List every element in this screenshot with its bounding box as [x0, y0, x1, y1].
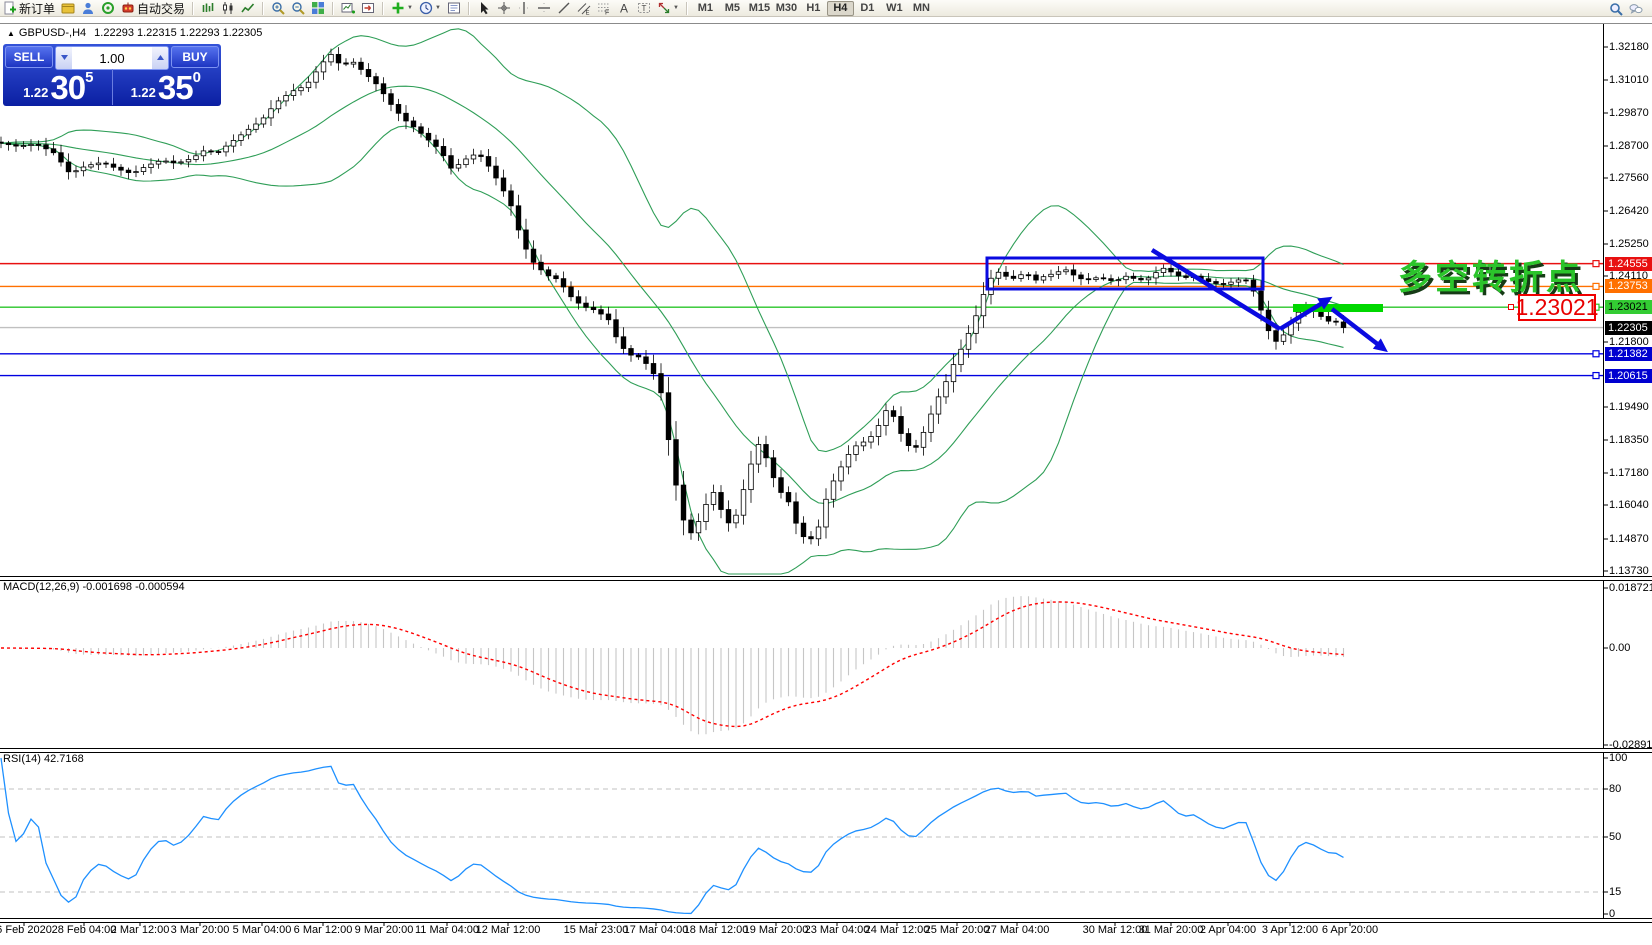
macd-tick-label: -0.028913 — [1609, 739, 1652, 751]
one-click-trading-panel: SELL BUY 1.22305 1.22350 — [3, 44, 221, 106]
price-level-badge: 1.24555 — [1605, 256, 1652, 271]
pane-separator-main-macd[interactable] — [0, 576, 1652, 581]
macd-tick-label: 0.018721 — [1609, 582, 1652, 594]
price-callout-anchor — [1508, 304, 1514, 310]
pane-separator-macd-rsi[interactable] — [0, 748, 1652, 753]
rsi-indicator-label: RSI(14) 42.7168 — [3, 753, 84, 765]
date-tick-label: 28 Feb 04:00 — [51, 924, 117, 936]
date-tick-label: 12 Mar 12:00 — [475, 924, 541, 936]
price-tick-label: 1.25250 — [1609, 238, 1649, 250]
date-tick-label: 3 Apr 12:00 — [1261, 924, 1319, 936]
buy-price-sup: 0 — [192, 69, 201, 86]
volume-control — [55, 46, 169, 70]
date-tick-label: 3 Mar 20:00 — [170, 924, 230, 936]
date-tick-label: 18 Mar 12:00 — [683, 924, 749, 936]
price-tick-label: 1.18350 — [1609, 434, 1649, 446]
rsi-tick-label: 0 — [1609, 908, 1616, 920]
price-level-badge: 1.22305 — [1605, 320, 1652, 335]
bollinger-bands — [0, 28, 1344, 575]
price-callout-label: 1.23021 — [1515, 294, 1599, 321]
price-tick-label: 1.16040 — [1609, 499, 1649, 511]
date-tick-label: 11 Mar 04:00 — [414, 924, 480, 936]
rsi-tick-label: 50 — [1609, 831, 1622, 843]
price-level-badge: 1.23021 — [1605, 300, 1652, 315]
date-tick-label: 23 Mar 04:00 — [804, 924, 870, 936]
buy-price-big: 35 — [157, 69, 194, 106]
date-tick-label: 17 Mar 04:00 — [623, 924, 689, 936]
bollinger-lower — [0, 125, 1344, 575]
rsi-tick-label: 15 — [1609, 886, 1622, 898]
sell-price-big: 30 — [50, 69, 86, 106]
price-level-badge: 1.21382 — [1605, 346, 1652, 361]
sell-button[interactable]: SELL — [5, 46, 53, 68]
date-tick-label: 24 Mar 12:00 — [864, 924, 930, 936]
date-tick-label: 9 Mar 20:00 — [354, 924, 414, 936]
mt4-terminal: 新订单 自动交易 ▼ ▼ E F A T ▼ M1 M5 M15 M30 H1 H4 D1 W1 MN ▲ GBP… — [0, 0, 1652, 945]
pane-separator-rsi-dates — [0, 918, 1652, 923]
date-tick-label: 6 Mar 12:00 — [293, 924, 353, 936]
price-tick-label: 1.29870 — [1609, 107, 1649, 119]
rsi-pane — [0, 757, 1603, 915]
price-level-badge: 1.20615 — [1605, 368, 1652, 383]
candles — [0, 47, 1347, 546]
ohlc-values: 1.22293 1.22315 1.22293 1.22305 — [94, 27, 263, 39]
price-tick-label: 1.13730 — [1609, 565, 1649, 577]
axis-frame — [23, 24, 1608, 926]
date-tick-label: 5 Mar 04:00 — [232, 924, 292, 936]
volume-increase-button[interactable] — [152, 47, 168, 69]
chart-canvas[interactable] — [0, 0, 1652, 945]
expand-icon[interactable]: ▲ — [7, 29, 15, 38]
date-tick-label: 6 Feb 2020 — [0, 924, 52, 936]
price-tick-label: 1.31010 — [1609, 74, 1649, 86]
price-tick-label: 1.17180 — [1609, 467, 1649, 479]
date-tick-label: 2 Apr 04:00 — [1199, 924, 1257, 936]
buy-price[interactable]: 1.22 35 0 — [113, 69, 220, 105]
sell-price-sup: 5 — [85, 69, 94, 86]
date-tick-label: 6 Apr 20:00 — [1321, 924, 1379, 936]
volume-decrease-button[interactable] — [56, 47, 72, 69]
date-tick-label: 25 Mar 20:00 — [924, 924, 990, 936]
price-tick-label: 1.27560 — [1609, 172, 1649, 184]
buy-price-small: 1.22 — [130, 85, 156, 100]
date-tick-label: 2 Mar 12:00 — [110, 924, 170, 936]
horizontal-lines — [0, 262, 1603, 377]
price-tick-label: 1.19490 — [1609, 401, 1649, 413]
macd-pane — [0, 596, 1345, 735]
macd-tick-label: 0.00 — [1609, 642, 1631, 654]
price-level-badge: 1.23753 — [1605, 279, 1652, 294]
date-tick-label: 19 Mar 20:00 — [743, 924, 809, 936]
macd-signal-line — [0, 601, 1344, 728]
rsi-tick-label: 80 — [1609, 783, 1622, 795]
price-tick-label: 1.26420 — [1609, 205, 1649, 217]
price-tick-label: 1.28700 — [1609, 140, 1649, 152]
buy-button[interactable]: BUY — [171, 46, 219, 68]
price-tick-label: 1.14870 — [1609, 533, 1649, 545]
sell-price[interactable]: 1.22 30 5 — [5, 69, 113, 105]
rsi-tick-label: 100 — [1609, 752, 1628, 764]
bollinger-middle — [0, 85, 1344, 505]
volume-input[interactable] — [72, 47, 152, 69]
price-tick-label: 1.32180 — [1609, 41, 1649, 53]
date-tick-label: 31 Mar 20:00 — [1138, 924, 1204, 936]
sell-price-small: 1.22 — [23, 85, 49, 100]
chart-header: ▲ GBPUSD-,H4 1.22293 1.22315 1.22293 1.223… — [7, 27, 262, 39]
rsi-line — [0, 757, 1344, 915]
turning-point-annotation: 多空转折点 — [1398, 259, 1583, 297]
date-tick-label: 15 Mar 23:00 — [563, 924, 629, 936]
date-tick-label: 27 Mar 04:00 — [984, 924, 1050, 936]
symbol-period-label: GBPUSD-,H4 — [18, 27, 87, 39]
macd-indicator-label: MACD(12,26,9) -0.001698 -0.000594 — [3, 581, 185, 593]
